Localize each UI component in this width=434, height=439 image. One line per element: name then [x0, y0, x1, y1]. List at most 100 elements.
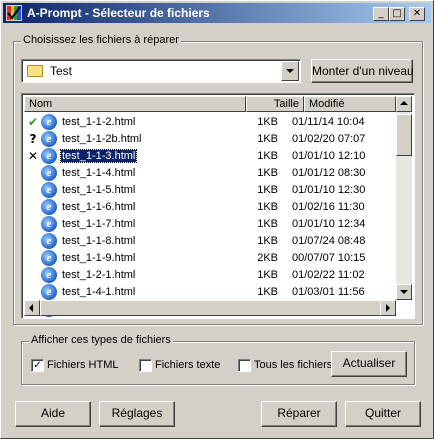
files-group-legend: Choisissez les fichiers à réparer: [21, 34, 181, 46]
file-modified: 01/02/20 07:07: [292, 133, 366, 145]
a-prompt-app-icon: [6, 5, 22, 21]
file-size: 1KB: [257, 150, 278, 162]
file-selector-window: A-Prompt - Sélecteur de fichiers _ □ ✕ C…: [0, 0, 434, 439]
html-files-label[interactable]: Fichiers HTML: [47, 359, 119, 371]
close-button[interactable]: ✕: [409, 7, 425, 21]
file-row[interactable]: e test_1-1-6.html 1KB 01/02/16 11:30: [24, 199, 396, 216]
file-name: test_1-1-7.html: [62, 218, 136, 230]
html-file-icon: e: [41, 148, 57, 164]
html-file-icon: e: [41, 250, 57, 266]
file-name: test_1-1-8.html: [62, 235, 136, 247]
html-files-checkbox[interactable]: ✓: [31, 359, 44, 372]
minimize-button[interactable]: _: [373, 7, 389, 21]
html-file-icon: e: [41, 284, 57, 300]
file-size: 1KB: [257, 235, 278, 247]
file-name: test_1-4-1.html: [62, 286, 136, 298]
file-modified: 01/01/12 08:30: [292, 167, 366, 179]
file-row[interactable]: e test_1-4-1.html 1KB 01/03/01 11:56: [24, 284, 396, 301]
folder-dropdown-button[interactable]: [281, 61, 299, 81]
file-row[interactable]: e test_1-1-7.html 1KB 01/01/10 12:34: [24, 216, 396, 233]
file-modified: 01/07/24 08:48: [292, 235, 366, 247]
html-file-icon: e: [41, 182, 57, 198]
file-size: 1KB: [257, 167, 278, 179]
arrow-down-icon: [400, 290, 408, 294]
file-row[interactable]: e test_1-1-8.html 1KB 01/07/24 08:48: [24, 233, 396, 250]
file-name: test_1-1-6.html: [62, 201, 136, 213]
help-button[interactable]: Aide: [15, 401, 91, 427]
column-header-name[interactable]: Nom: [24, 96, 246, 112]
horizontal-scroll-thumb[interactable]: [40, 300, 382, 316]
file-name: test_1-1-3.html: [59, 149, 138, 163]
file-name: test_1-1-2.html: [62, 116, 136, 128]
folder-value: Test: [50, 64, 73, 78]
window-title: A-Prompt - Sélecteur de fichiers: [27, 6, 210, 20]
file-modified: 00/07/07 10:15: [292, 252, 366, 264]
maximize-button[interactable]: □: [389, 7, 405, 21]
html-file-icon: e: [41, 233, 57, 249]
folder-combo[interactable]: Test: [21, 59, 301, 83]
vertical-scrollbar[interactable]: [396, 96, 412, 300]
scroll-down-button[interactable]: [396, 284, 412, 300]
filter-group-legend: Afficher ces types de fichiers: [29, 334, 173, 346]
scroll-right-button[interactable]: [380, 300, 396, 316]
chevron-down-icon: [286, 69, 294, 73]
quit-button[interactable]: Quitter: [345, 401, 421, 427]
file-row[interactable]: e test_1-2-1.html 1KB 01/02/22 11:02: [24, 267, 396, 284]
file-status-icon: ✔: [27, 115, 39, 129]
up-one-level-button[interactable]: Monter d'un niveau: [311, 59, 414, 83]
scroll-up-button[interactable]: [396, 96, 412, 112]
file-size: 1KB: [257, 133, 278, 145]
all-files-label[interactable]: Tous les fichiers: [254, 359, 332, 371]
file-modified: 01/01/10 12:30: [292, 184, 366, 196]
file-modified: 01/02/22 11:02: [292, 269, 365, 281]
html-file-icon: e: [41, 267, 57, 283]
scroll-left-button[interactable]: [24, 300, 40, 316]
html-file-icon: e: [41, 114, 57, 130]
file-size: 2KB: [257, 252, 278, 264]
file-row[interactable]: ? e test_1-1-2b.html 1KB 01/02/20 07:07: [24, 131, 396, 148]
file-row[interactable]: e test_1-1-9.html 2KB 00/07/07 10:15: [24, 250, 396, 267]
file-modified: 01/03/01 11:56: [292, 286, 365, 298]
arrow-right-icon: [386, 304, 390, 312]
file-size: 1KB: [257, 184, 278, 196]
file-name: test_1-1-9.html: [62, 252, 136, 264]
file-row[interactable]: ✕ e test_1-1-3.html 1KB 01/01/10 12:10: [24, 148, 396, 165]
refresh-button[interactable]: Actualiser: [331, 351, 407, 377]
file-name: test_1-1-2b.html: [62, 133, 142, 145]
file-size: 1KB: [257, 286, 278, 298]
file-size: 1KB: [257, 269, 278, 281]
html-file-icon: e: [41, 199, 57, 215]
file-status-icon: ?: [29, 132, 37, 146]
file-modified: 01/01/10 12:10: [292, 150, 366, 162]
file-size: 1KB: [257, 218, 278, 230]
vertical-scroll-thumb[interactable]: [396, 114, 412, 156]
file-name: test_1-1-4.html: [62, 167, 136, 179]
file-modified: 01/02/16 11:30: [292, 201, 365, 213]
file-modified: 01/11/14 10:04: [292, 116, 365, 128]
settings-button[interactable]: Réglages: [99, 401, 175, 427]
html-file-icon: e: [41, 131, 57, 147]
file-modified: 01/01/10 12:34: [292, 218, 366, 230]
html-file-icon: e: [41, 216, 57, 232]
file-name: test_1-2-1.html: [62, 269, 136, 281]
file-list: Nom Taille Modifié ✔ e test_1-1-2.html 1KB 0…: [21, 93, 415, 319]
all-files-checkbox[interactable]: [238, 359, 251, 372]
repair-button[interactable]: Réparer: [261, 401, 337, 427]
file-row[interactable]: e test_1-1-5.html 1KB 01/01/10 12:30: [24, 182, 396, 199]
arrow-left-icon: [29, 304, 33, 312]
folder-icon: [27, 65, 43, 77]
file-row[interactable]: e test_1-1-4.html 1KB 01/01/12 08:30: [24, 165, 396, 182]
file-size: 1KB: [257, 116, 278, 128]
checkmark-icon: ✓: [33, 360, 42, 371]
file-status-icon: ✕: [27, 149, 39, 163]
column-header-modified[interactable]: Modifié: [304, 96, 396, 112]
column-header-size[interactable]: Taille: [246, 96, 304, 112]
horizontal-scrollbar[interactable]: [24, 300, 396, 316]
text-files-checkbox[interactable]: [139, 359, 152, 372]
title-bar[interactable]: A-Prompt - Sélecteur de fichiers _ □ ✕: [3, 3, 431, 23]
text-files-label[interactable]: Fichiers texte: [155, 359, 220, 371]
html-file-icon: e: [41, 165, 57, 181]
arrow-up-icon: [400, 101, 408, 105]
file-size: 1KB: [257, 201, 278, 213]
file-row[interactable]: ✔ e test_1-1-2.html 1KB 01/11/14 10:04: [24, 114, 396, 131]
